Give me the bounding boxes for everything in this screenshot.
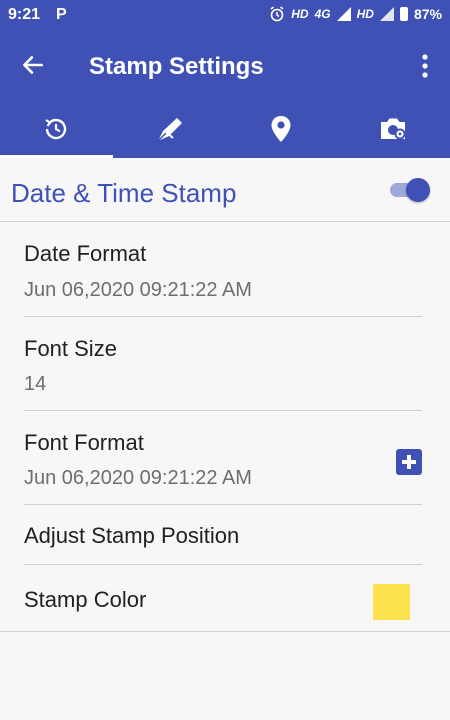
notification-p-icon: P <box>56 6 67 23</box>
list-bottom-divider <box>0 631 450 632</box>
stamp-color-title: Stamp Color <box>24 587 147 612</box>
stamp-color-swatch[interactable] <box>373 584 410 620</box>
tab-camera[interactable] <box>338 100 450 158</box>
date-format-title: Date Format <box>24 241 147 266</box>
date-time-stamp-header: Date & Time Stamp <box>0 158 450 222</box>
font-size-row[interactable]: Font Size 14 <box>0 317 450 411</box>
arrow-left-icon[interactable] <box>20 52 46 78</box>
signal-icon <box>336 7 351 21</box>
font-format-row[interactable]: Font Format Jun 06,2020 09:21:22 AM <box>0 411 450 505</box>
add-font-format-button[interactable] <box>396 449 422 475</box>
status-icons: HD 4G HD 87% <box>269 6 442 22</box>
pen-nib-icon <box>157 118 182 142</box>
tab-bar <box>0 100 450 158</box>
app-bar: Stamp Settings <box>0 32 450 100</box>
stamp-color-row[interactable]: Stamp Color <box>0 565 450 631</box>
adjust-stamp-position-title: Adjust Stamp Position <box>24 523 240 548</box>
network-4g-label: 4G <box>314 7 331 21</box>
font-size-title: Font Size <box>24 336 117 361</box>
adjust-stamp-position-row[interactable]: Adjust Stamp Position <box>0 505 450 565</box>
battery-icon <box>399 7 408 21</box>
location-pin-icon <box>271 116 291 142</box>
font-size-value: 14 <box>24 373 47 395</box>
page-title: Stamp Settings <box>89 53 264 80</box>
more-vert-icon[interactable] <box>422 54 428 78</box>
clock-refresh-icon <box>45 118 67 140</box>
network-hd-label: HD <box>291 7 309 21</box>
network-hd2-label: HD <box>356 7 374 21</box>
font-format-title: Font Format <box>24 430 144 455</box>
date-format-value: Jun 06,2020 09:21:22 AM <box>24 279 252 301</box>
camera-settings-icon <box>380 118 406 140</box>
date-format-row[interactable]: Date Format Jun 06,2020 09:21:22 AM <box>0 222 450 317</box>
signal2-icon <box>379 7 394 21</box>
toggle-thumb <box>406 178 430 202</box>
battery-level: 87% <box>413 6 442 22</box>
tab-date-time[interactable] <box>0 100 113 158</box>
alarm-icon <box>270 6 284 22</box>
status-bar: 9:21 P HD 4G HD 87% <box>0 0 450 32</box>
date-time-stamp-toggle[interactable] <box>388 178 430 202</box>
tab-signature[interactable] <box>113 100 226 158</box>
status-time: 9:21 <box>8 6 41 23</box>
font-format-value: Jun 06,2020 09:21:22 AM <box>24 467 252 489</box>
tab-location[interactable] <box>225 100 338 158</box>
section-title: Date & Time Stamp <box>11 178 237 208</box>
